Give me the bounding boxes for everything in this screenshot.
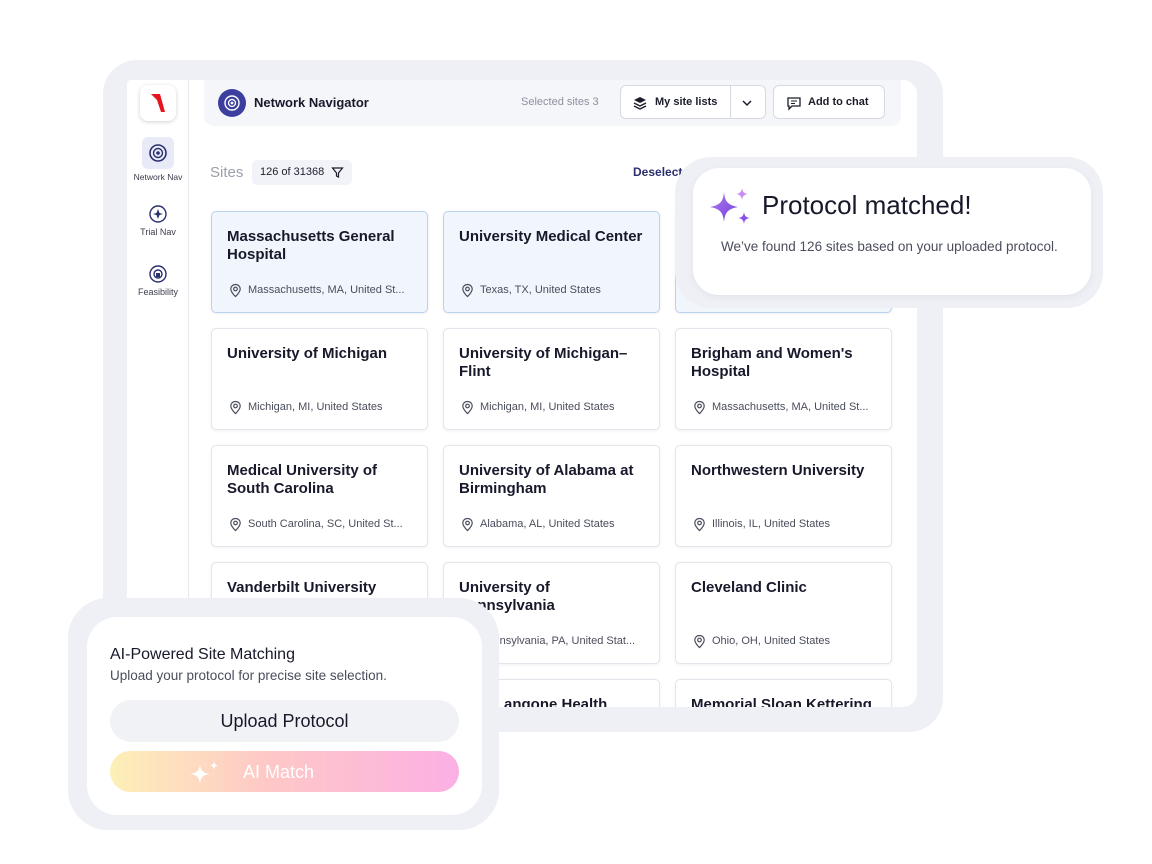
app-header: Network Navigator Selected sites 3 My si… (204, 80, 901, 126)
ai-match-label: AI Match (243, 762, 315, 782)
filter-icon[interactable] (331, 166, 344, 179)
deselect-button[interactable]: Deselect (633, 165, 682, 179)
site-card[interactable]: Cleveland Clinic Ohio, OH, United States (675, 562, 892, 664)
site-name: Brigham and Women's Hospital (691, 345, 853, 380)
button-divider (730, 86, 731, 118)
location-pin-icon (694, 517, 705, 532)
site-name: Cleveland Clinic (691, 579, 807, 596)
site-location: Michigan, MI, United States (248, 401, 383, 413)
site-location: Massachusetts, MA, United St... (248, 284, 405, 296)
site-name: Massachusetts General Hospital (227, 228, 395, 263)
add-to-chat-button[interactable]: Add to chat (773, 85, 885, 119)
site-location: Illinois, IL, United States (712, 518, 831, 530)
site-location: Texas, TX, United States (480, 284, 601, 296)
ai-matching-subtitle: Upload your protocol for precise site se… (110, 668, 387, 683)
sidebar-item-feasibility[interactable]: Feasibility (127, 260, 189, 305)
selected-sites-count: Selected sites 3 (521, 96, 599, 108)
site-name: Medical University of South Carolina (227, 462, 378, 497)
site-card[interactable]: Northwestern University Illinois, IL, Uni… (675, 445, 892, 547)
location-pin-icon (694, 634, 705, 649)
logo-icon (151, 94, 165, 112)
sparkle-icon (190, 761, 218, 784)
app-logo[interactable] (140, 85, 176, 121)
page-title: Network Navigator (254, 95, 369, 110)
site-name: University Medical Center (459, 228, 643, 245)
ai-match-button[interactable]: AI Match (110, 751, 459, 792)
sidebar-item-network-nav[interactable]: Network Nav (127, 137, 189, 182)
site-location: Pennsylvania, PA, United Stat... (480, 635, 636, 647)
sidebar-item-trial-nav[interactable]: Trial Nav (127, 200, 189, 245)
location-pin-icon (462, 400, 473, 415)
upload-protocol-label: Upload Protocol (220, 711, 349, 731)
add-to-chat-label: Add to chat (808, 96, 869, 108)
chevron-down-icon[interactable] (740, 96, 754, 110)
site-name: University of Michigan–Flint (459, 345, 628, 380)
site-card[interactable]: University of Alabama at Birmingham Alaba… (443, 445, 660, 547)
site-card[interactable]: Brigham and Women's Hospital Massachusett… (675, 328, 892, 430)
location-pin-icon (230, 517, 241, 532)
upload-protocol-button[interactable]: Upload Protocol (110, 700, 459, 742)
site-location: Ohio, OH, United States (712, 635, 830, 647)
site-card[interactable]: Massachusetts General Hospital Massachuse… (211, 211, 428, 313)
sites-count: 126 of 31368 (260, 166, 325, 178)
site-name: University of Michigan (227, 345, 388, 362)
site-card[interactable]: University of Michigan Michigan, MI, Unit… (211, 328, 428, 430)
location-pin-icon (230, 283, 241, 298)
network-icon (142, 137, 174, 169)
sidebar-item-label: Trial Nav (140, 227, 176, 237)
sites-count-filter[interactable]: 126 of 31368 (252, 160, 352, 185)
protocol-matched-title: Protocol matched! (762, 190, 972, 220)
chat-icon (787, 97, 801, 111)
site-name: University of Alabama at Birmingham (459, 462, 634, 497)
network-navigator-icon (218, 89, 246, 117)
my-site-lists-label: My site lists (655, 96, 718, 108)
location-pin-icon (462, 517, 473, 532)
site-name: Memorial Sloan Kettering (691, 696, 872, 707)
site-name: Northwestern University (691, 462, 865, 479)
location-pin-icon (462, 283, 473, 298)
site-card[interactable]: University Medical Center Texas, TX, Unit… (443, 211, 660, 313)
site-location: Alabama, AL, United States (480, 518, 615, 530)
site-location: South Carolina, SC, United St... (248, 518, 403, 530)
site-card[interactable]: Medical University of South Carolina Sout… (211, 445, 428, 547)
site-location: Michigan, MI, United States (480, 401, 615, 413)
site-location: Massachusetts, MA, United St... (712, 401, 869, 413)
protocol-matched-message: We’ve found 126 sites based on your uplo… (721, 239, 1058, 254)
site-card[interactable]: University of Michigan–Flint Michigan, MI… (443, 328, 660, 430)
location-pin-icon (230, 400, 241, 415)
sparkle-icon (710, 188, 750, 224)
location-pin-icon (694, 400, 705, 415)
ai-matching-title: AI-Powered Site Matching (110, 646, 295, 663)
site-name: Vanderbilt University (227, 579, 377, 596)
sidebar-item-label: Feasibility (137, 287, 178, 297)
site-card[interactable]: Memorial Sloan Kettering (675, 679, 892, 707)
layers-icon (633, 97, 647, 110)
my-site-lists-button[interactable]: My site lists (620, 85, 766, 119)
sites-heading: Sites (210, 164, 244, 181)
sidebar-item-label: Network Nav (133, 172, 183, 182)
